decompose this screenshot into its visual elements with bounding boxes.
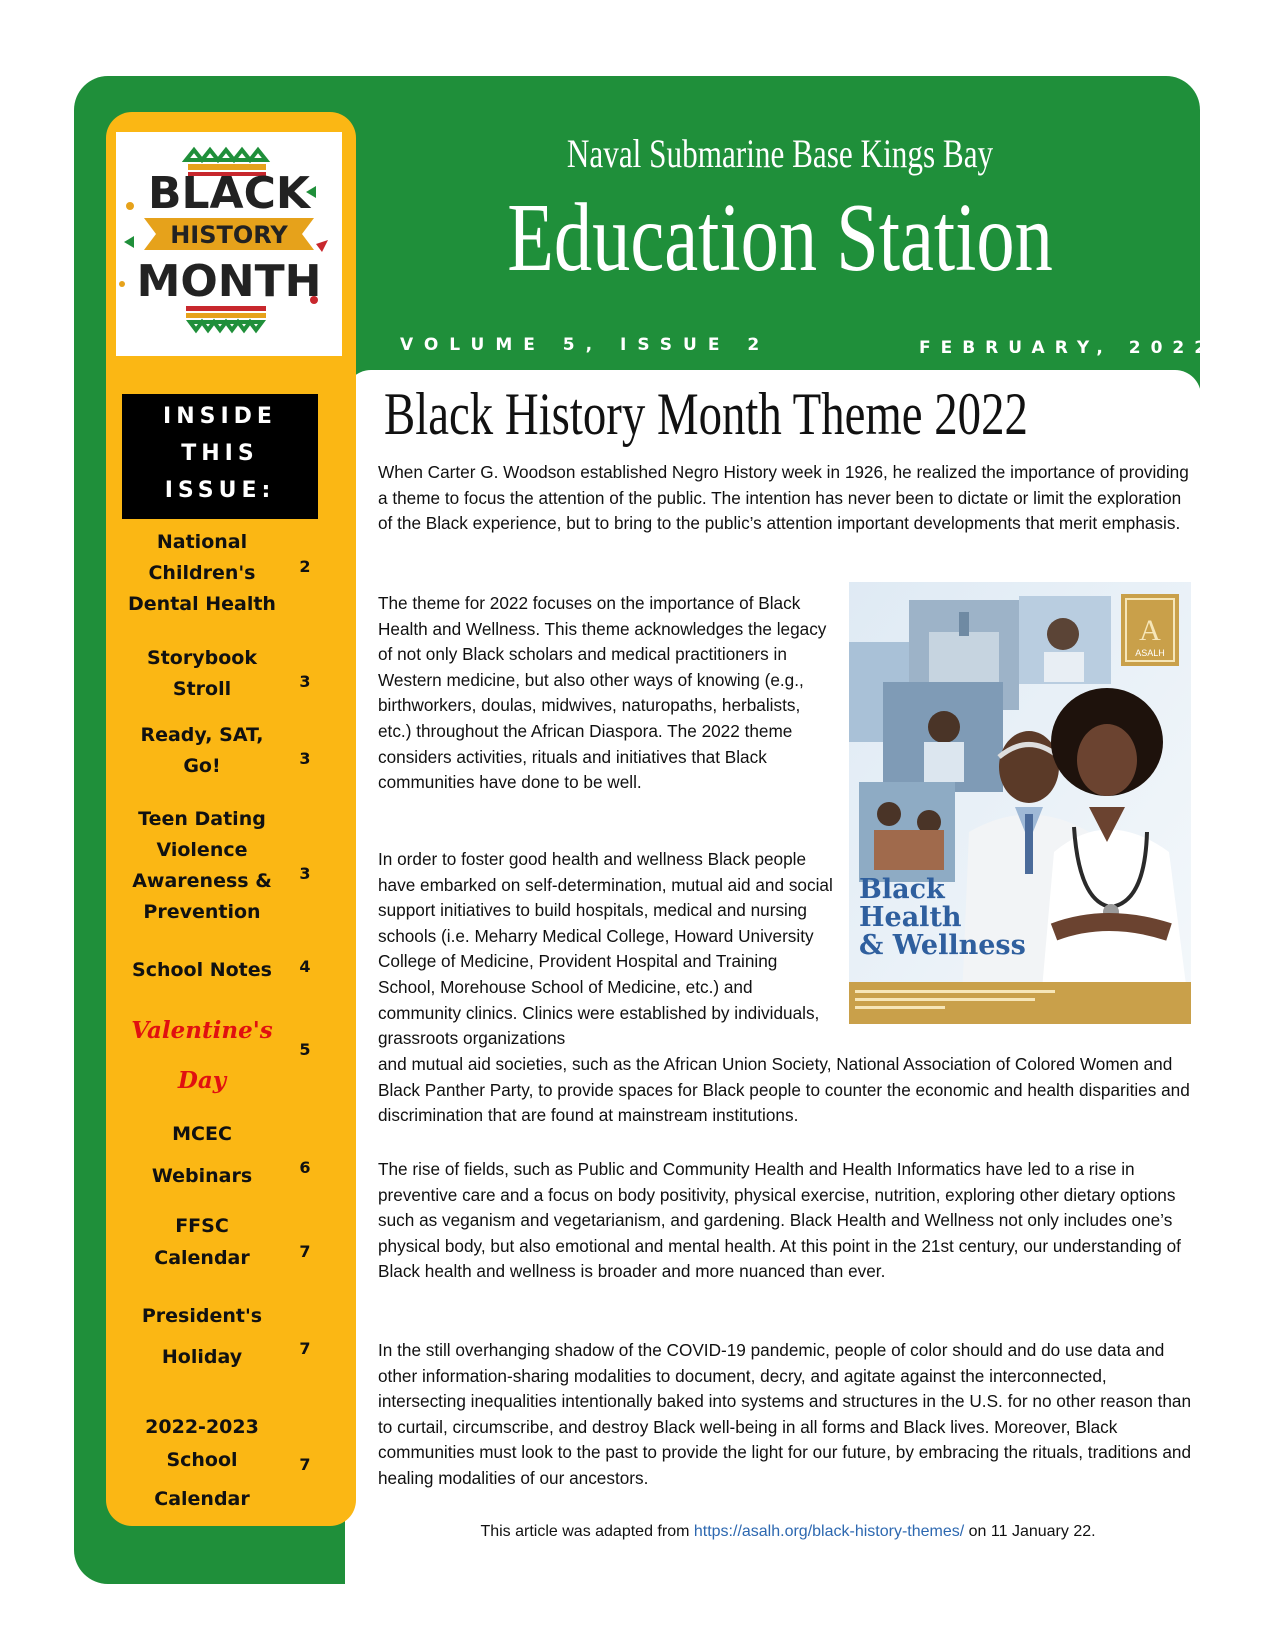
toc-line: FFSC — [175, 1215, 229, 1237]
toc-item-page: 4 — [299, 957, 311, 976]
toc-item-title[interactable]: Ready, SAT, Go! — [122, 720, 282, 782]
toc-line: Stroll — [172, 678, 232, 700]
toc-item-title[interactable]: MCEC Webinars — [122, 1113, 282, 1197]
toc-item-title[interactable]: School Notes — [122, 955, 282, 986]
logo-line-black: BLACK — [148, 168, 312, 219]
logo-line-history: HISTORY — [170, 221, 288, 249]
toc-line: President's — [141, 1305, 263, 1327]
inside-this-issue-heading: INSIDE THIS ISSUE: — [122, 394, 318, 519]
toc-line: MCEC — [172, 1123, 232, 1145]
toc-line: Children's — [148, 562, 256, 584]
newsletter-subtitle: Naval Submarine Base Kings Bay — [566, 131, 994, 176]
toc-item-page: 7 — [299, 1455, 311, 1474]
article-paragraph: The rise of fields, such as Public and C… — [378, 1159, 1181, 1282]
inside-heading-line: ISSUE: — [164, 478, 276, 503]
article-paragraph: and mutual aid societies, such as the Af… — [378, 1054, 1190, 1126]
toc-item-page: 7 — [299, 1242, 311, 1261]
toc-line: Day — [177, 1067, 227, 1094]
source-suffix: on 11 January 22. — [964, 1523, 1096, 1540]
toc-item-page: 3 — [299, 672, 311, 691]
article-paragraph: When Carter G. Woodson established Negro… — [378, 462, 1189, 534]
toc-line: Ready, SAT, — [140, 724, 264, 746]
toc-line: Teen Dating — [138, 808, 266, 830]
article-title: Black History Month Theme 2022 — [384, 381, 1028, 447]
logo-line-month: MONTH — [137, 256, 322, 307]
toc-item-page: 5 — [299, 1040, 311, 1059]
toc-line: Webinars — [151, 1165, 253, 1187]
volume-issue: VOLUME 5, ISSUE 2 — [400, 335, 771, 355]
toc-item-title[interactable]: Teen Dating Violence Awareness & Prevent… — [122, 804, 282, 928]
toc-item-title[interactable]: Storybook Stroll — [122, 643, 282, 705]
logo-graphic: BLACK HISTORY MONTH — [119, 146, 328, 334]
black-history-month-logo: BLACK HISTORY MONTH — [116, 132, 342, 356]
article-source: This article was adapted from https://as… — [378, 1523, 1198, 1541]
issue-date: FEBRUARY, 2022 — [919, 338, 1217, 358]
poster-title-line: & Wellness — [859, 930, 1026, 961]
toc-line: Calendar — [154, 1247, 250, 1269]
poster-graphic: A ASALH Black Health & Wellness — [849, 582, 1191, 1024]
toc-line: Storybook — [147, 647, 257, 669]
toc-line: National — [156, 531, 248, 553]
toc-line: Valentine's — [131, 1017, 273, 1044]
article-paragraph: In order to foster good health and welln… — [378, 849, 833, 1049]
toc-item-page: 3 — [299, 749, 311, 768]
svg-text:A: A — [1139, 614, 1161, 647]
toc-item-title[interactable]: FFSC Calendar — [122, 1210, 282, 1274]
toc-item-page: 7 — [299, 1339, 311, 1358]
toc-item-title[interactable]: President's Holiday — [122, 1296, 282, 1378]
toc-line: School Notes — [132, 959, 272, 981]
toc-item-title[interactable]: National Children's Dental Health — [122, 527, 282, 620]
toc-line: Holiday — [161, 1346, 243, 1368]
toc-line: School — [166, 1449, 238, 1471]
poster-title-line: Black — [859, 874, 946, 905]
inside-heading-line: INSIDE — [163, 404, 277, 429]
toc-line: Go! — [183, 755, 221, 777]
article-paragraph: In the still overhanging shadow of the C… — [378, 1340, 1192, 1488]
toc-line: Violence — [156, 839, 248, 861]
toc-item-title[interactable]: Valentine's Day — [122, 1006, 282, 1106]
toc-line: Awareness & — [132, 870, 272, 892]
toc-item-page: 3 — [299, 864, 311, 883]
toc-line: 2022-2023 — [145, 1416, 259, 1438]
black-health-wellness-poster: A ASALH Black Health & Wellness — [849, 582, 1191, 1024]
toc-line: Prevention — [143, 901, 261, 923]
newsletter-title: Education Station — [507, 184, 1053, 292]
poster-badge: ASALH — [1135, 648, 1165, 658]
toc-item-title[interactable]: 2022-2023 School Calendar — [122, 1411, 282, 1516]
toc-item-page: 2 — [299, 557, 311, 576]
inside-heading-line: THIS — [181, 441, 259, 466]
article-paragraph: The theme for 2022 focuses on the import… — [378, 593, 827, 793]
toc-line: Dental Health — [128, 593, 276, 615]
source-prefix: This article was adapted from — [480, 1523, 694, 1540]
toc-item-page: 6 — [299, 1158, 311, 1177]
toc-line: Calendar — [154, 1488, 250, 1510]
source-link[interactable]: https://asalh.org/black-history-themes/ — [694, 1523, 964, 1540]
poster-title-line: Health — [859, 902, 962, 933]
